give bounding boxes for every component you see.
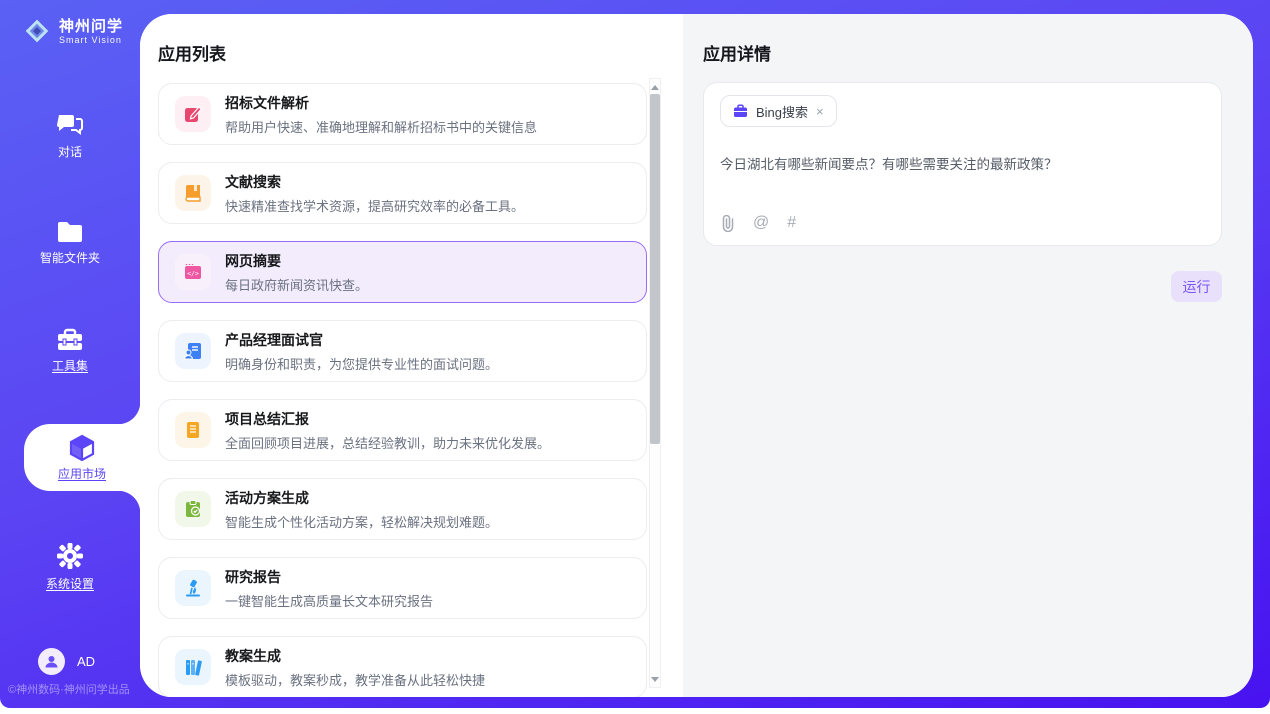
- query-text[interactable]: 今日湖北有哪些新闻要点？有哪些需要关注的最新政策？: [720, 153, 1205, 173]
- sidebar-item-settings[interactable]: 系统设置: [0, 542, 140, 592]
- mention-icon[interactable]: @: [753, 214, 769, 232]
- briefcase-icon: [733, 104, 748, 118]
- sidebar-item-toolset[interactable]: 工具集: [0, 328, 140, 374]
- sidebar-item-label: 应用市场: [58, 465, 106, 482]
- logo-subtitle: Smart Vision: [59, 35, 123, 45]
- avatar: [38, 648, 65, 675]
- app-card-bid-parse[interactable]: 招标文件解析 帮助用户快速、准确地理解和解析招标书中的关键信息: [158, 83, 647, 145]
- tool-chip-label: Bing搜索: [756, 102, 808, 121]
- app-logo: 神州问学 Smart Vision: [22, 16, 123, 46]
- app-detail-panel: 应用详情 Bing搜索 × 今日湖北有哪些新闻要点？有哪些需要关注的最新政策？: [683, 14, 1253, 697]
- book-icon: [175, 175, 211, 211]
- list-scrollbar[interactable]: [649, 78, 661, 688]
- user-initials: AD: [77, 654, 95, 669]
- hash-icon[interactable]: #: [787, 214, 796, 232]
- app-card-title: 招标文件解析: [225, 93, 537, 113]
- app-card-project-summary[interactable]: 项目总结汇报 全面回顾项目进展，总结经验教训，助力未来优化发展。: [158, 399, 647, 461]
- tool-chip-bing-search[interactable]: Bing搜索 ×: [720, 95, 837, 127]
- interview-doc-icon: [175, 333, 211, 369]
- query-input-card[interactable]: Bing搜索 × 今日湖北有哪些新闻要点？有哪些需要关注的最新政策？ @ #: [703, 82, 1222, 246]
- app-card-title: 网页摘要: [225, 251, 368, 271]
- copyright-text: ©神州数码·神州问学出品: [8, 681, 130, 697]
- app-card-title: 文献搜索: [225, 172, 524, 192]
- logo-diamond-icon: [22, 16, 52, 46]
- toolbox-icon: [56, 328, 84, 352]
- paperclip-icon[interactable]: [721, 215, 735, 232]
- app-card-desc: 帮助用户快速、准确地理解和解析招标书中的关键信息: [225, 117, 537, 136]
- app-card-title: 教案生成: [225, 646, 485, 666]
- app-card-title: 产品经理面试官: [225, 330, 498, 350]
- app-card-desc: 快速精准查找学术资源，提高研究效率的必备工具。: [225, 196, 524, 215]
- app-frame: 神州问学 Smart Vision 对话 智能文件夹: [0, 0, 1270, 708]
- app-card-research-report[interactable]: 研究报告 一键智能生成高质量长文本研究报告: [158, 557, 647, 619]
- sidebar-item-app-market[interactable]: 应用市场: [24, 424, 140, 491]
- sidebar-item-label: 系统设置: [46, 575, 94, 592]
- app-detail-title: 应用详情: [703, 40, 771, 65]
- sidebar-item-label: 智能文件夹: [40, 249, 100, 266]
- app-card-title: 活动方案生成: [225, 488, 498, 508]
- main-content: 应用列表 招标文件解析 帮助用户快速、准确地理解和解析招标书中的关键信息: [140, 14, 1253, 697]
- scrollbar-thumb[interactable]: [650, 94, 660, 444]
- sidebar-item-label: 工具集: [52, 357, 88, 374]
- folder-icon: [56, 220, 84, 244]
- app-card-literature-search[interactable]: 文献搜索 快速精准查找学术资源，提高研究效率的必备工具。: [158, 162, 647, 224]
- app-cards: 招标文件解析 帮助用户快速、准确地理解和解析招标书中的关键信息 文献搜索: [158, 83, 647, 697]
- app-list-panel: 应用列表 招标文件解析 帮助用户快速、准确地理解和解析招标书中的关键信息: [140, 14, 683, 697]
- microscope-icon: [175, 570, 211, 606]
- cube-icon: [68, 434, 96, 462]
- close-icon[interactable]: ×: [816, 105, 824, 118]
- composer-toolbar: @ #: [721, 214, 796, 232]
- scroll-down-arrow-icon[interactable]: [650, 673, 660, 685]
- report-doc-icon: [175, 412, 211, 448]
- browser-code-icon: </>: [175, 254, 211, 290]
- user-account[interactable]: AD: [38, 648, 95, 675]
- app-card-pm-interviewer[interactable]: 产品经理面试官 明确身份和职责，为您提供专业性的面试问题。: [158, 320, 647, 382]
- books-icon: [175, 649, 211, 685]
- gear-icon: [56, 542, 84, 570]
- app-card-web-summary[interactable]: </> 网页摘要 每日政府新闻资讯快查。: [158, 241, 647, 303]
- sidebar-item-smart-folder[interactable]: 智能文件夹: [0, 220, 140, 266]
- app-card-desc: 每日政府新闻资讯快查。: [225, 275, 368, 294]
- sidebar-item-chat[interactable]: 对话: [0, 112, 140, 160]
- app-card-desc: 模板驱动，教案秒成，教学准备从此轻松快捷: [225, 670, 485, 689]
- edit-document-icon: [175, 96, 211, 132]
- logo-title: 神州问学: [59, 18, 123, 35]
- app-card-event-plan[interactable]: 活动方案生成 智能生成个性化活动方案，轻松解决规划难题。: [158, 478, 647, 540]
- scroll-up-arrow-icon[interactable]: [650, 81, 660, 93]
- app-card-title: 项目总结汇报: [225, 409, 550, 429]
- sidebar: 神州问学 Smart Vision 对话 智能文件夹: [0, 0, 140, 708]
- run-button[interactable]: 运行: [1171, 271, 1222, 302]
- app-card-desc: 全面回顾项目进展，总结经验教训，助力未来优化发展。: [225, 433, 550, 452]
- app-card-desc: 明确身份和职责，为您提供专业性的面试问题。: [225, 354, 498, 373]
- app-list-title: 应用列表: [158, 40, 226, 65]
- chat-icon: [56, 112, 84, 138]
- app-card-lesson-plan[interactable]: 教案生成 模板驱动，教案秒成，教学准备从此轻松快捷: [158, 636, 647, 697]
- app-card-title: 研究报告: [225, 567, 433, 587]
- svg-text:</>: </>: [187, 270, 199, 278]
- sidebar-item-label: 对话: [58, 143, 82, 160]
- app-card-desc: 智能生成个性化活动方案，轻松解决规划难题。: [225, 512, 498, 531]
- app-card-desc: 一键智能生成高质量长文本研究报告: [225, 591, 433, 610]
- clipboard-check-icon: [175, 491, 211, 527]
